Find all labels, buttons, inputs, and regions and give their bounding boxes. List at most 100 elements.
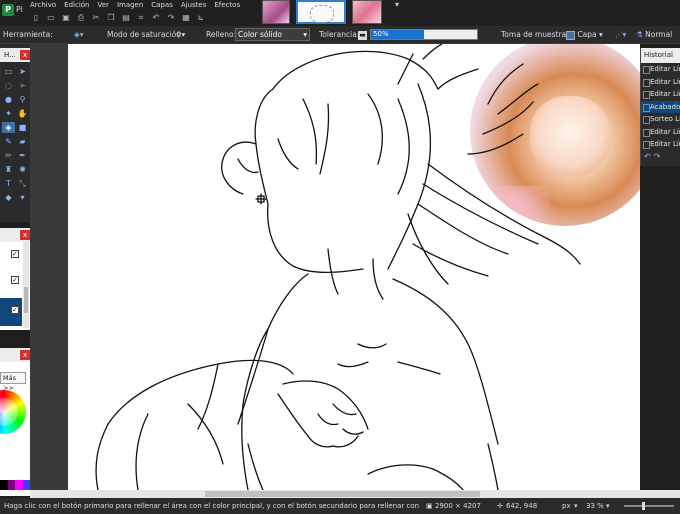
new-file-icon[interactable]: ▯ [30, 12, 42, 23]
menu-ver[interactable]: Ver [98, 0, 109, 10]
menu-imagen[interactable]: Imagen [117, 0, 143, 10]
zoom-value[interactable]: 33 % [586, 498, 604, 514]
colors-close-button[interactable]: x [20, 350, 30, 360]
layers-scrollbar-thumb[interactable] [24, 287, 28, 313]
cut-icon[interactable]: ✂ [90, 12, 102, 23]
layers-close-button[interactable]: x [20, 230, 30, 240]
history-item[interactable]: Editar Lín [641, 63, 680, 76]
ruler-icon[interactable]: ⊾ [195, 12, 207, 23]
zoom-icon[interactable]: ⚲ [16, 94, 29, 105]
paint-bucket-tool-icon[interactable]: ◈ [2, 122, 15, 133]
menu-archivo[interactable]: Archivo [30, 0, 56, 10]
tolerance-slider-fill: 50% [371, 30, 424, 39]
paste-icon[interactable]: ▤ [120, 12, 132, 23]
paintbrush-icon[interactable]: ✎ [2, 136, 15, 147]
colors-panel: x Más >> [0, 348, 30, 496]
tool-options-bar: Herramienta: ◈▾ Modo de saturación ⚲▾ Re… [0, 26, 680, 44]
redo-icon[interactable]: ↷ [165, 12, 177, 23]
crop-icon[interactable]: ⌗ [135, 12, 147, 23]
history-panel: Historial Editar Lín Editar Lín Editar L… [640, 48, 680, 166]
history-redo-icon[interactable]: ↷ [654, 152, 661, 161]
menu-edicion[interactable]: Edición [64, 0, 89, 10]
fill-label: Relleno: [206, 30, 237, 39]
cursor-position-icon: ✛ [497, 502, 503, 510]
sampling-label: Toma de muestras: [501, 30, 573, 39]
move-selected-icon[interactable]: ➤ [16, 66, 29, 77]
history-undo-icon[interactable]: ↶ [644, 152, 651, 161]
layer-visibility-checkbox[interactable]: ✓ [11, 276, 19, 284]
shapes-icon[interactable]: ◆ [2, 192, 15, 203]
mode-label: Modo de saturación [107, 30, 181, 39]
image-tab-thumbnail-2-active[interactable] [296, 0, 346, 24]
unit-dropdown-icon[interactable]: ▾ [574, 498, 578, 514]
chevron-down-icon: ▾ [598, 30, 603, 39]
history-item-selected[interactable]: Acabado [641, 100, 680, 113]
rect-select-icon[interactable]: ▭ [2, 66, 15, 77]
history-controls: ↶ ↷ [641, 151, 680, 161]
menu-efectos[interactable]: Efectos [214, 0, 240, 10]
menu-ajustes[interactable]: Ajustes [181, 0, 207, 10]
image-canvas[interactable] [68, 44, 640, 490]
fill-select[interactable]: Color sólido ▾ [235, 28, 310, 41]
history-item[interactable]: Editar Lín [641, 138, 680, 151]
layer-row[interactable]: ✓ [0, 270, 22, 298]
tabs-dropdown-icon[interactable]: ▾ [395, 0, 399, 9]
open-folder-icon[interactable]: ▭ [45, 12, 57, 23]
pan-hand-icon[interactable]: ✋ [16, 108, 29, 119]
tolerance-slider[interactable]: 50% [370, 29, 478, 40]
layer-visibility-checkbox[interactable]: ✓ [11, 250, 19, 258]
save-icon[interactable]: ▣ [60, 12, 72, 23]
history-item[interactable]: Editar Lín [641, 76, 680, 89]
line-curve-icon[interactable]: ⤡ [16, 178, 29, 189]
layer-sampling-icon [566, 30, 575, 40]
tool-label: Herramienta: [3, 30, 53, 39]
app-title: Pi [16, 5, 23, 14]
zoom-dropdown-icon[interactable]: ▾ [606, 498, 610, 514]
lasso-icon[interactable]: ◌ [2, 80, 15, 91]
magic-wand-icon[interactable]: ✦ [2, 108, 15, 119]
print-icon[interactable]: ⎙ [75, 12, 87, 23]
text-icon[interactable]: T [2, 178, 15, 189]
tools-close-button[interactable]: x [20, 50, 30, 60]
layer-row[interactable]: ✓ [0, 242, 22, 270]
image-tab-thumbnail-3[interactable] [352, 0, 382, 24]
menu-capas[interactable]: Capas [151, 0, 173, 10]
canvas-scrollbar-thumb[interactable] [205, 491, 480, 497]
antialias-icon[interactable]: ⋰▾ [615, 29, 626, 41]
color-palette[interactable] [0, 480, 30, 490]
eraser-icon[interactable]: ▰ [16, 136, 29, 147]
layer-visibility-checkbox[interactable]: ✓ [11, 306, 19, 314]
undo-icon[interactable]: ↶ [150, 12, 162, 23]
shapes-dropdown-icon[interactable]: ▾ [16, 192, 29, 203]
blend-mode-select[interactable]: ⚗ Normal [636, 29, 672, 41]
grid-icon[interactable]: ▦ [180, 12, 192, 23]
layers-scrollbar[interactable] [23, 242, 29, 328]
color-wheel[interactable] [0, 390, 26, 434]
history-item[interactable]: Editar Lín [641, 126, 680, 139]
history-item[interactable]: Editar Lín [641, 88, 680, 101]
quick-toolbar: ▯ ▭ ▣ ⎙ ✂ ❐ ▤ ⌗ ↶ ↷ ▦ ⊾ [30, 12, 207, 23]
mode-bulb-icon[interactable]: ⚲▾ [176, 29, 185, 41]
more-colors-button[interactable]: Más >> [0, 372, 26, 392]
layer-row-selected[interactable]: ✓ [0, 298, 22, 326]
zoom-slider-knob[interactable] [642, 502, 645, 510]
recolor-icon[interactable]: ✺ [16, 164, 29, 175]
copy-icon[interactable]: ❐ [105, 12, 117, 23]
canvas-horizontal-scrollbar[interactable] [30, 490, 680, 498]
color-picker-icon[interactable]: ✒ [16, 150, 29, 161]
ellipse-select-icon[interactable]: ● [2, 94, 15, 105]
history-item[interactable]: Sorteo Lín [641, 113, 680, 126]
paint-bucket-icon[interactable]: ◈▾ [74, 29, 84, 41]
sampling-select[interactable]: Capa ▾ [566, 29, 603, 41]
gradient-icon[interactable]: ■ [16, 122, 29, 133]
move-selection-icon[interactable]: ➢ [16, 80, 29, 91]
unit-select[interactable]: px [562, 498, 571, 514]
zoom-slider[interactable] [624, 502, 674, 510]
status-bar: Haga clic con el botón primario para rel… [0, 498, 680, 514]
image-tab-thumbnail-1[interactable] [262, 0, 290, 24]
line-art-drawing [95, 44, 581, 490]
status-hint: Haga clic con el botón primario para rel… [4, 502, 419, 510]
pencil-icon[interactable]: ✏ [2, 150, 15, 161]
tolerance-mode-icon[interactable]: ▬ [358, 31, 367, 40]
clone-stamp-icon[interactable]: ♜ [2, 164, 15, 175]
